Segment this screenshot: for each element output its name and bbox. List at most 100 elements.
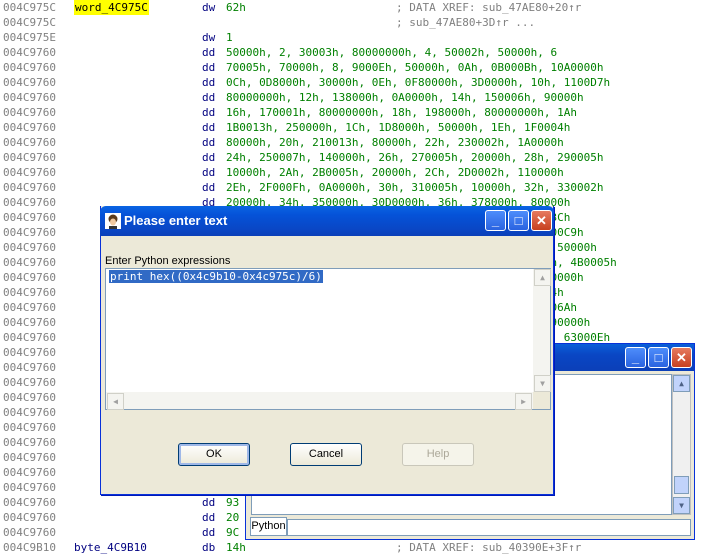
dialog-titlebar[interactable]: Please enter text _ □ ✕ [100,206,554,236]
listing-operands: 70005h, 70000h, 8, 9000Eh, 50000h, 0Ah, … [226,61,604,74]
editor-horizontal-scrollbar[interactable]: ◀ ▶ [106,392,533,410]
listing-address: 004C9760 [3,361,56,374]
listing-address: 004C9760 [3,61,56,74]
listing-address: 004C9760 [3,451,56,464]
listing-mnemonic: dd [202,526,216,539]
listing-mnemonic: dd [202,136,216,149]
listing-address: 004C9760 [3,196,56,209]
listing-address: 004C9760 [3,421,56,434]
listing-mnemonic: dd [202,496,216,509]
maximize-icon[interactable]: □ [648,347,669,368]
listing-operands: 1 [226,31,233,44]
listing-address: 004C9760 [3,151,56,164]
listing-address: 004C9760 [3,496,56,509]
close-icon[interactable]: ✕ [671,347,692,368]
listing-label[interactable]: word_4C975C [74,0,149,15]
scroll-up-icon[interactable]: ▲ [534,269,551,286]
listing-address: 004C9B10 [3,541,56,554]
listing-mnemonic: dd [202,151,216,164]
scroll-right-icon[interactable]: ▶ [515,393,532,410]
listing-address: 004C9760 [3,301,56,314]
scroll-left-icon[interactable]: ◀ [107,393,124,410]
scrollbar-thumb[interactable] [674,476,689,494]
listing-label[interactable]: byte_4C9B10 [74,540,147,555]
cancel-button[interactable]: Cancel [290,443,362,466]
listing-operands: 9C [226,526,240,539]
listing-mnemonic: dd [202,106,216,119]
listing-address: 004C9760 [3,121,56,134]
listing-mnemonic: dd [202,511,216,524]
listing-operands: 14h [226,541,246,554]
scroll-down-icon[interactable]: ▼ [673,497,690,514]
editor-vertical-scrollbar[interactable]: ▲ ▼ [533,269,551,392]
listing-operands: 80000h, 20h, 210013h, 80000h, 22h, 23000… [226,136,564,149]
scroll-down-icon[interactable]: ▼ [534,375,551,392]
listing-mnemonic: dd [202,91,216,104]
listing-operands: 80000000h, 12h, 138000h, 0A0000h, 14h, 1… [226,91,584,104]
listing-address: 004C975C [3,1,56,14]
listing-address: 004C9760 [3,91,56,104]
listing-address: 004C9760 [3,526,56,539]
listing-mnemonic: dw [202,1,216,14]
listing-mnemonic: dd [202,166,216,179]
listing-address: 004C9760 [3,436,56,449]
listing-operands: 20 [226,511,240,524]
listing-address: 004C9760 [3,166,56,179]
listing-mnemonic: dd [202,181,216,194]
minimize-icon[interactable]: _ [485,210,506,231]
scroll-up-icon[interactable]: ▲ [673,375,690,392]
listing-address: 004C9760 [3,406,56,419]
listing-address: 004C9760 [3,481,56,494]
listing-address: 004C9760 [3,256,56,269]
listing-address: 004C975E [3,31,56,44]
listing-address: 004C9760 [3,211,56,224]
listing-comment: ; DATA XREF: sub_47AE80+20↑r [396,1,582,14]
ida-app-icon [105,213,121,229]
listing-mnemonic: dd [202,46,216,59]
listing-address: 004C975C [3,16,56,29]
maximize-icon[interactable]: □ [508,210,529,231]
selected-expression-text[interactable]: print hex((0x4c9b10-0x4c975c)/6) [109,270,323,283]
enter-text-dialog[interactable]: Please enter text _ □ ✕ Enter Python exp… [100,206,554,495]
ok-button[interactable]: OK [178,443,250,466]
listing-operands: 24h, 250007h, 140000h, 26h, 270005h, 200… [226,151,604,164]
listing-operands: 1B0013h, 250000h, 1Ch, 1D8000h, 50000h, … [226,121,571,134]
listing-address: 004C9760 [3,136,56,149]
listing-address: 004C9760 [3,511,56,524]
scrollbar-corner [533,392,550,409]
listing-operands: 16h, 170001h, 80000000h, 18h, 198000h, 8… [226,106,577,119]
output-vertical-scrollbar[interactable]: ▲ ▼ [672,374,691,515]
dialog-prompt-label: Enter Python expressions [105,255,231,267]
listing-address: 004C9760 [3,226,56,239]
listing-mnemonic: dd [202,76,216,89]
python-expression-editor[interactable]: print hex((0x4c9b10-0x4c975c)/6) ▲ ▼ ◀ ▶ [105,268,551,410]
listing-comment: ; DATA XREF: sub_40390E+3F↑r [396,541,582,554]
listing-operands: 2Eh, 2F000Fh, 0A0000h, 30h, 310005h, 100… [226,181,604,194]
listing-address: 004C9760 [3,316,56,329]
python-command-input[interactable] [287,519,691,536]
close-icon[interactable]: ✕ [531,210,552,231]
listing-address: 004C9760 [3,331,56,344]
listing-address: 004C9760 [3,106,56,119]
listing-mnemonic: dd [202,61,216,74]
listing-address: 004C9760 [3,391,56,404]
listing-address: 004C9760 [3,241,56,254]
listing-operands: 50000h, 2, 30003h, 80000000h, 4, 50002h,… [226,46,558,59]
listing-operands: 0Ch, 0D8000h, 30000h, 0Eh, 0F80000h, 3D0… [226,76,611,89]
listing-address: 004C9760 [3,346,56,359]
help-button[interactable]: Help [402,443,474,466]
listing-address: 004C9760 [3,376,56,389]
listing-address: 004C9760 [3,271,56,284]
listing-address: 004C9760 [3,286,56,299]
listing-operands: 10000h, 2Ah, 2B0005h, 20000h, 2Ch, 2D000… [226,166,564,179]
listing-operands: 93 [226,496,240,509]
dialog-title: Please enter text [124,213,228,228]
listing-mnemonic: dw [202,31,216,44]
listing-operands: 62h [226,1,246,14]
listing-address: 004C9760 [3,466,56,479]
listing-address: 004C9760 [3,76,56,89]
python-tab[interactable]: Python [250,517,287,536]
listing-comment: ; sub_47AE80+3D↑r ... [396,16,536,29]
minimize-icon[interactable]: _ [625,347,646,368]
listing-address: 004C9760 [3,181,56,194]
